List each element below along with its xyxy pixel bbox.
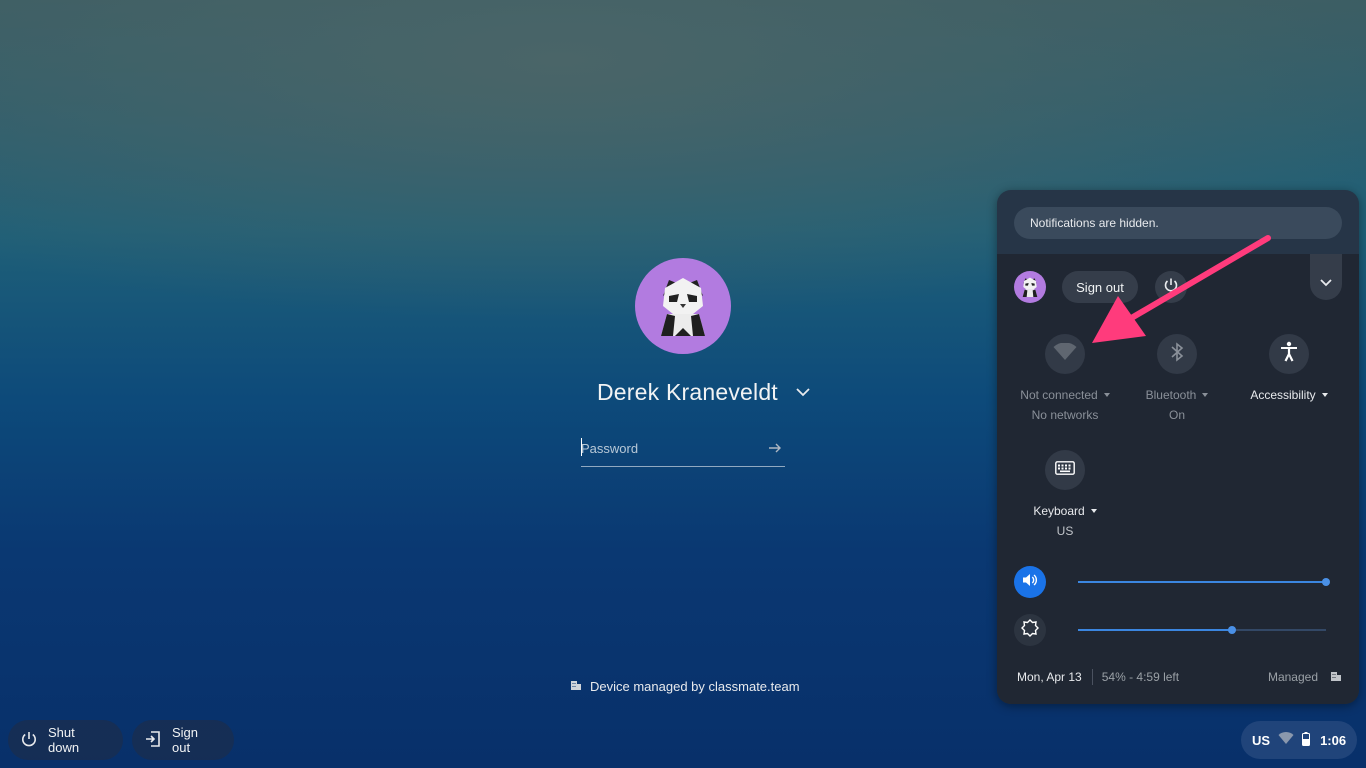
collapse-button[interactable] <box>1310 254 1342 300</box>
brightness-slider-thumb[interactable] <box>1227 626 1236 634</box>
volume-button[interactable] <box>1014 566 1046 598</box>
date-label[interactable]: Mon, Apr 13 <box>1017 670 1082 684</box>
ime-indicator: US <box>1252 732 1271 748</box>
user-name: Derek Kraneveldt <box>597 378 778 405</box>
network-label[interactable]: Not connected <box>1010 388 1120 402</box>
brightness-slider-fill <box>1078 629 1232 631</box>
network-label-text: Not connected <box>1020 388 1098 402</box>
quick-settings-main: Sign out Not connected No networks Bluet… <box>997 254 1359 704</box>
dropdown-arrow-icon <box>1103 393 1110 397</box>
volume-slider-thumb[interactable] <box>1322 578 1330 586</box>
brightness-slider[interactable] <box>1078 626 1326 634</box>
quick-settings-panel: Notifications are hidden. Sign out Not c… <box>997 190 1359 704</box>
volume-slider[interactable] <box>1078 578 1330 586</box>
shutdown-button[interactable]: Shut down <box>8 720 123 760</box>
password-field[interactable] <box>581 434 785 467</box>
shutdown-label: Shut down <box>48 725 80 755</box>
keyboard-label-text: Keyboard <box>1033 504 1085 518</box>
bluetooth-label-text: Bluetooth <box>1145 388 1197 402</box>
volume-row <box>1014 566 1344 598</box>
qs-footer: Mon, Apr 13 54% - 4:59 left Managed <box>1017 667 1342 687</box>
brightness-button[interactable] <box>1014 614 1046 646</box>
keyboard-icon <box>1055 460 1075 480</box>
keyboard-tile[interactable]: Keyboard US <box>1010 450 1120 538</box>
dropdown-arrow-icon <box>1321 393 1328 397</box>
exit-icon <box>144 730 162 751</box>
bluetooth-toggle[interactable] <box>1157 334 1197 374</box>
building-icon <box>570 679 582 694</box>
qs-signout-label: Sign out <box>1076 279 1124 295</box>
brightness-icon <box>1021 618 1039 642</box>
accessibility-label-text: Accessibility <box>1250 388 1316 402</box>
managed-note: Device managed by classmate.team <box>570 679 800 694</box>
keyboard-sublabel: US <box>1056 524 1074 538</box>
notifications-text: Notifications are hidden. <box>1030 216 1159 230</box>
qs-signout-button[interactable]: Sign out <box>1062 271 1138 303</box>
bluetooth-icon <box>1170 341 1184 367</box>
managed-indicator[interactable]: Managed <box>1268 670 1342 685</box>
speaker-icon <box>1022 572 1038 593</box>
text-caret <box>581 438 582 456</box>
accessibility-icon <box>1279 341 1299 368</box>
shelf-signout-label: Sign out <box>172 725 199 755</box>
chevron-down-icon[interactable] <box>796 385 810 399</box>
battery-icon <box>1302 731 1311 749</box>
accessibility-tile[interactable]: Accessibility <box>1234 334 1344 402</box>
chevron-down-icon <box>1320 274 1332 292</box>
qs-avatar[interactable] <box>1014 271 1046 303</box>
wifi-icon <box>1278 732 1294 748</box>
building-icon <box>1330 670 1342 685</box>
dropdown-arrow-icon <box>1090 509 1097 513</box>
panda-icon <box>661 278 705 336</box>
power-icon <box>1163 277 1179 298</box>
qs-power-button[interactable] <box>1155 271 1187 303</box>
managed-label: Managed <box>1267 670 1318 684</box>
clock-time: 1:06 <box>1320 732 1347 748</box>
arrow-right-icon[interactable] <box>767 440 783 456</box>
panda-icon <box>1022 277 1038 297</box>
network-toggle[interactable] <box>1045 334 1085 374</box>
bluetooth-tile[interactable]: Bluetooth On <box>1122 334 1232 422</box>
footer-divider <box>1091 669 1093 685</box>
notifications-hidden-banner: Notifications are hidden. <box>1014 207 1342 239</box>
power-icon <box>20 730 38 751</box>
bluetooth-label[interactable]: Bluetooth <box>1122 388 1232 402</box>
bluetooth-sublabel: On <box>1168 408 1185 422</box>
volume-slider-fill <box>1078 581 1326 583</box>
managed-note-text: Device managed by classmate.team <box>590 679 800 694</box>
wifi-icon <box>1053 342 1077 366</box>
brightness-row <box>1014 614 1344 646</box>
network-tile[interactable]: Not connected No networks <box>1010 334 1120 422</box>
accessibility-label[interactable]: Accessibility <box>1234 388 1344 402</box>
battery-label[interactable]: 54% - 4:59 left <box>1102 670 1179 684</box>
user-avatar[interactable] <box>635 258 731 354</box>
accessibility-toggle[interactable] <box>1269 334 1309 374</box>
shelf-signout-button[interactable]: Sign out <box>132 720 234 760</box>
password-input[interactable] <box>581 434 761 462</box>
dropdown-arrow-icon <box>1202 393 1209 397</box>
keyboard-toggle[interactable] <box>1045 450 1085 490</box>
network-sublabel: No networks <box>1031 408 1099 422</box>
status-tray[interactable]: US 1:06 <box>1241 721 1357 759</box>
keyboard-label[interactable]: Keyboard <box>1010 504 1120 518</box>
